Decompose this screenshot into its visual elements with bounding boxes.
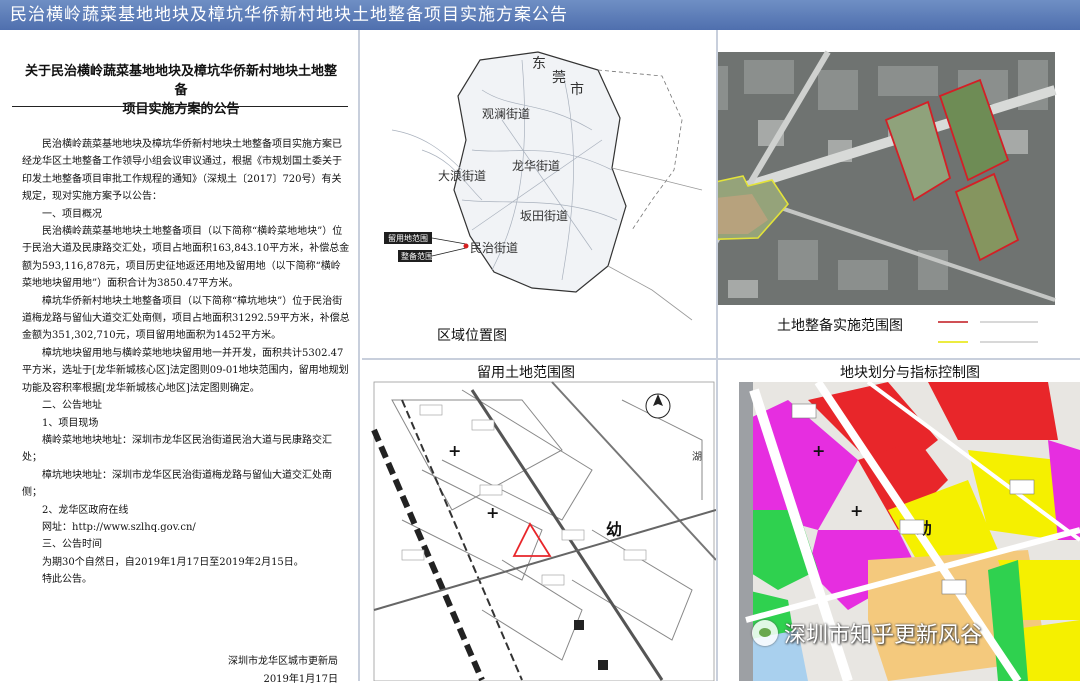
- scope-map-panel: 土地整备实施范围图: [718, 30, 1080, 360]
- notice-paragraph: 2、龙华区政府在线: [42, 504, 129, 516]
- map-label-shi: 市: [570, 81, 584, 98]
- location-map: 东 莞 市 观澜街道 大浪街道 龙华街道 坂田街道 民治街道 留用地范围 整备范…: [362, 30, 716, 360]
- notice-paragraph: 樟坑华侨新村地块土地整备项目（以下简称“樟坑地块”）位于民治街道梅龙路与留仙大道…: [22, 295, 350, 342]
- banner-title: 民治横岭蔬菜基地地块及樟坑华侨新村地块土地整备项目实施方案公告: [10, 5, 568, 25]
- map-label-guanlan: 观澜街道: [482, 107, 530, 121]
- watermark-text: 深圳市知乎更新风谷: [784, 623, 983, 648]
- legend-retained-land: 留用地范围: [388, 233, 428, 243]
- map-label-minzhi: 民治街道: [470, 241, 518, 255]
- svg-text:湖: 湖: [692, 451, 702, 463]
- notice-paragraph: 一、项目概况: [42, 208, 102, 220]
- notice-title-line-2: 项目实施方案的公告: [122, 102, 240, 117]
- notice-body: 民治横岭蔬菜基地地块及樟坑华侨新村地块土地整备项目实施方案已经龙华区土地整备工作…: [22, 136, 350, 589]
- svg-text:+: +: [812, 441, 825, 460]
- notice-paragraph: 特此公告。: [42, 574, 92, 586]
- map-label-dong: 东: [532, 56, 546, 72]
- map-label-longhua: 龙华街道: [512, 159, 560, 173]
- notice-paragraph: 樟坑地块地址：深圳市龙华区民治街道梅龙路与留仙大道交汇处南侧；: [22, 469, 332, 499]
- svg-text:+: +: [486, 503, 499, 522]
- map-label-bantian: 坂田街道: [520, 209, 568, 223]
- notice-paragraph: 三、公告时间: [42, 539, 102, 551]
- notice-paragraph: 民治横岭蔬菜基地地块及樟坑华侨新村地块土地整备项目实施方案已经龙华区土地整备工作…: [22, 139, 342, 203]
- notice-paragraph: 民治横岭蔬菜基地地块土地整备项目（以下简称“横岭菜地地块”）位于民治大道及民康路…: [22, 226, 350, 290]
- map-label-dalang: 大浪街道: [438, 168, 486, 183]
- page-banner: 民治横岭蔬菜基地地块及樟坑华侨新村地块土地整备项目实施方案公告: [0, 0, 1080, 30]
- scope-map-caption: 土地整备实施范围图: [777, 317, 903, 334]
- watermark: 深圳市知乎更新风谷: [752, 615, 1072, 651]
- notice-paragraph: 横岭菜地地块地址：深圳市龙华区民治街道民治大道与民康路交汇处；: [22, 434, 332, 464]
- notice-title: 关于民治横岭蔬菜基地地块及樟坑华侨新村地块土地整备 项目实施方案的公告: [22, 62, 340, 119]
- legend-consolidation: 整备范围: [401, 251, 433, 261]
- panel-divider-horizontal: [362, 358, 1080, 360]
- notice-paragraph: 网址：http://www.szlhq.gov.cn/: [42, 521, 196, 533]
- retained-kindergarten-label: 幼: [606, 520, 622, 539]
- notice-paragraph: 二、公告地址: [42, 400, 102, 412]
- scope-map: 土地整备实施范围图: [718, 30, 1080, 360]
- panel-divider-vertical: [716, 30, 718, 681]
- title-divider: [12, 106, 348, 107]
- location-map-caption: 区域位置图: [437, 328, 507, 344]
- zoning-map-caption: 地块划分与指标控制图: [840, 365, 980, 381]
- location-map-panel: 东 莞 市 观澜街道 大浪街道 龙华街道 坂田街道 民治街道 留用地范围 整备范…: [362, 30, 716, 360]
- svg-text:+: +: [448, 441, 461, 460]
- signature-date: 2019年1月17日: [263, 674, 338, 685]
- notice-paragraph: 1、项目现场: [42, 417, 99, 429]
- notice-paragraph: 为期30个自然日，自2019年1月17日至2019年2月15日。: [42, 556, 304, 568]
- retained-land-map: 留用土地范围图 + + 幼 湖: [362, 360, 716, 681]
- retained-map-panel: 留用土地范围图 + + 幼 湖: [362, 360, 716, 681]
- map-label-guan: 莞: [552, 70, 566, 86]
- notice-title-line-1: 关于民治横岭蔬菜基地地块及樟坑华侨新村地块土地整备: [24, 64, 337, 98]
- notice-paragraph: 樟坑地块留用地与横岭菜地地块留用地一并开发，面积共计5302.47平方米，选址于…: [22, 347, 349, 394]
- svg-text:+: +: [850, 501, 863, 520]
- retained-map-caption: 留用土地范围图: [477, 364, 575, 381]
- wechat-icon: [752, 620, 778, 646]
- notice-panel: 关于民治横岭蔬菜基地地块及樟坑华侨新村地块土地整备 项目实施方案的公告 民治横岭…: [0, 30, 360, 685]
- signature-org: 深圳市龙华区城市更新局: [228, 656, 338, 667]
